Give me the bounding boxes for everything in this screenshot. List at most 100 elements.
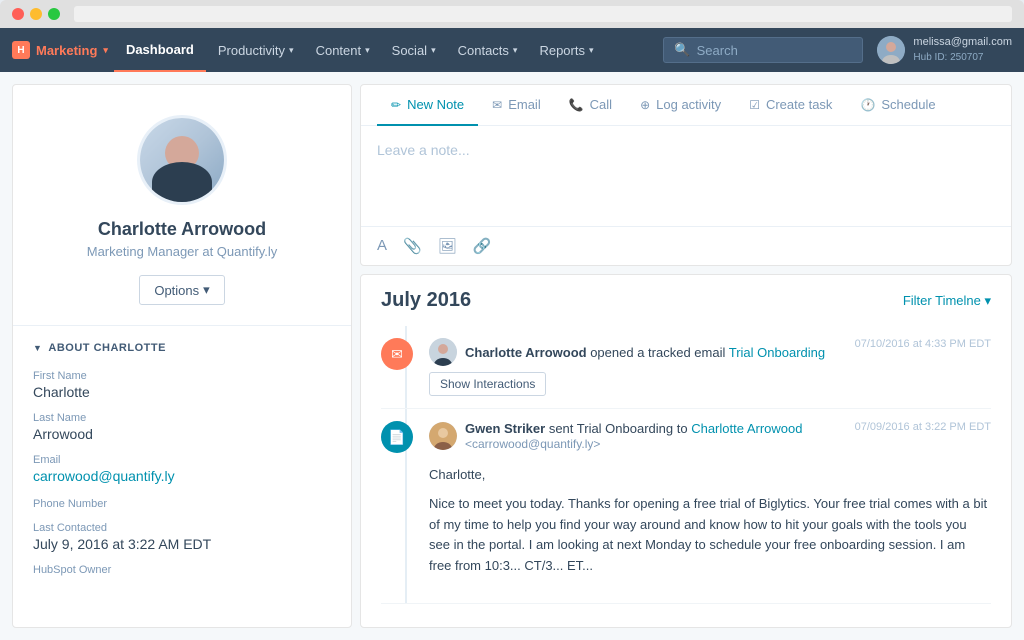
timeline-header: July 2016 Filter Timelne ▾ [361, 275, 1011, 326]
hub-id: Hub ID: 250707 [913, 51, 1012, 65]
timeline-main-row-2: Gwen Striker sent Trial Onboarding to Ch… [429, 421, 991, 451]
tab-log-activity[interactable]: ⊕ Log activity [626, 85, 735, 126]
note-area[interactable]: Leave a note... [361, 126, 1011, 226]
profile-avatar [137, 115, 227, 205]
timeline-timestamp-1: 07/10/2016 at 4:33 PM EDT [855, 338, 991, 350]
options-button[interactable]: Options ▾ [139, 275, 224, 305]
hubspot-owner-field: HubSpot Owner [33, 564, 331, 576]
phone-label: Phone Number [33, 498, 331, 510]
timeline-email-dot: ✉ [381, 338, 413, 370]
main-content: Charlotte Arrowood Marketing Manager at … [0, 72, 1024, 640]
timeline-body: ✉ [361, 326, 1011, 604]
last-contacted-label: Last Contacted [33, 522, 331, 534]
timeline-main-row: Charlotte Arrowood opened a tracked emai… [429, 338, 991, 366]
nav-social[interactable]: Social ▾ [382, 28, 446, 72]
charlotte-avatar [429, 338, 457, 366]
tab-call[interactable]: 📞 Call [555, 85, 626, 126]
tab-email[interactable]: ✉ Email [478, 85, 555, 126]
about-section: ▼ ABOUT CHARLOTTE First Name Charlotte L… [13, 326, 351, 604]
right-panel: ✏ New Note ✉ Email 📞 Call ⊕ Log activity… [360, 84, 1012, 628]
filter-timeline-button[interactable]: Filter Timelne ▾ [903, 293, 991, 309]
email-field: Email carrowood@quantify.ly [33, 454, 331, 486]
schedule-icon: 🕐 [860, 98, 875, 112]
window-chrome [0, 0, 1024, 28]
document-icon: 📄 [388, 429, 405, 446]
nav-dashboard-link[interactable]: Dashboard [114, 28, 206, 72]
social-chevron-icon: ▾ [431, 45, 436, 56]
left-panel: Charlotte Arrowood Marketing Manager at … [12, 84, 352, 628]
search-bar[interactable]: 🔍 Search [663, 37, 863, 63]
contacts-chevron-icon: ▾ [513, 45, 518, 56]
avatar-image [140, 118, 224, 202]
reports-chevron-icon: ▾ [589, 45, 594, 56]
nav-reports[interactable]: Reports ▾ [529, 28, 603, 72]
timeline-item: 📄 [381, 409, 991, 604]
attachment-tool[interactable]: 📎 [403, 237, 422, 255]
tab-schedule[interactable]: 🕐 Schedule [846, 85, 949, 126]
note-toolbar: A 📎 🖼 🔗 [361, 226, 1011, 265]
nav-user[interactable]: melissa@gmail.com Hub ID: 250707 [877, 35, 1012, 64]
brand-chevron-icon: ▾ [103, 45, 108, 56]
user-info: melissa@gmail.com Hub ID: 250707 [913, 35, 1012, 64]
hubspot-logo: H [12, 41, 30, 59]
productivity-chevron-icon: ▾ [289, 45, 294, 56]
maximize-button[interactable] [48, 8, 60, 20]
options-chevron-icon: ▾ [203, 282, 210, 298]
timeline-item: ✉ [381, 326, 991, 409]
nav-contacts[interactable]: Contacts ▾ [448, 28, 528, 72]
first-name-value: Charlotte [33, 384, 331, 400]
show-interactions-button[interactable]: Show Interactions [429, 372, 546, 396]
nav-content[interactable]: Content ▾ [306, 28, 380, 72]
nav-productivity[interactable]: Productivity ▾ [208, 28, 304, 72]
email-open-icon: ✉ [391, 346, 403, 363]
charlotte-link[interactable]: Charlotte Arrowood [691, 421, 802, 436]
email-value[interactable]: carrowood@quantify.ly [33, 468, 175, 484]
timeline-doc-dot: 📄 [381, 421, 413, 453]
search-placeholder: Search [697, 43, 738, 58]
new-note-icon: ✏ [391, 98, 401, 112]
nav-brand[interactable]: H Marketing ▾ [12, 41, 108, 59]
close-button[interactable] [12, 8, 24, 20]
note-placeholder: Leave a note... [377, 142, 470, 158]
first-name-field: First Name Charlotte [33, 370, 331, 400]
email-icon: ✉ [492, 98, 502, 112]
last-contacted-field: Last Contacted July 9, 2016 at 3:22 AM E… [33, 522, 331, 552]
about-header: ▼ ABOUT CHARLOTTE [33, 342, 331, 354]
minimize-button[interactable] [30, 8, 42, 20]
hubspot-owner-label: HubSpot Owner [33, 564, 331, 576]
timeline-timestamp-2: 07/09/2016 at 3:22 PM EDT [855, 421, 991, 433]
create-task-icon: ☑ [749, 98, 760, 112]
profile-title: Marketing Manager at Quantify.ly [33, 244, 331, 259]
search-icon: 🔍 [674, 42, 690, 58]
activity-tabs: ✏ New Note ✉ Email 📞 Call ⊕ Log activity… [361, 85, 1011, 126]
email-label: Email [33, 454, 331, 466]
last-name-field: Last Name Arrowood [33, 412, 331, 442]
text-format-tool[interactable]: A [377, 237, 387, 255]
phone-field: Phone Number [33, 498, 331, 510]
timeline-month: July 2016 [381, 289, 471, 312]
top-nav: H Marketing ▾ Dashboard Productivity ▾ C… [0, 28, 1024, 72]
timeline-item-text: Charlotte Arrowood opened a tracked emai… [465, 345, 825, 360]
user-email: melissa@gmail.com [913, 35, 1012, 50]
link-tool[interactable]: 🔗 [473, 237, 492, 255]
profile-name: Charlotte Arrowood [33, 219, 331, 240]
log-activity-icon: ⊕ [640, 98, 650, 112]
last-contacted-value: July 9, 2016 at 3:22 AM EDT [33, 536, 331, 552]
notes-card: ✏ New Note ✉ Email 📞 Call ⊕ Log activity… [360, 84, 1012, 266]
last-name-value: Arrowood [33, 426, 331, 442]
address-bar[interactable] [74, 6, 1012, 22]
tab-new-note[interactable]: ✏ New Note [377, 85, 478, 126]
image-tool[interactable]: 🖼 [438, 237, 457, 255]
gwen-avatar [429, 422, 457, 450]
timeline-item-content: Charlotte Arrowood opened a tracked emai… [429, 338, 991, 396]
last-name-label: Last Name [33, 412, 331, 424]
tab-create-task[interactable]: ☑ Create task [735, 85, 846, 126]
email-preview: Charlotte, Nice to meet you today. Thank… [429, 457, 991, 591]
timeline-item-content-2: Gwen Striker sent Trial Onboarding to Ch… [429, 421, 991, 591]
trial-onboarding-link-1[interactable]: Trial Onboarding [729, 345, 825, 360]
about-triangle-icon: ▼ [33, 343, 42, 353]
profile-section: Charlotte Arrowood Marketing Manager at … [13, 85, 351, 326]
avatar-body [152, 162, 212, 202]
nav-brand-label: Marketing [36, 43, 97, 58]
user-avatar [877, 36, 905, 64]
